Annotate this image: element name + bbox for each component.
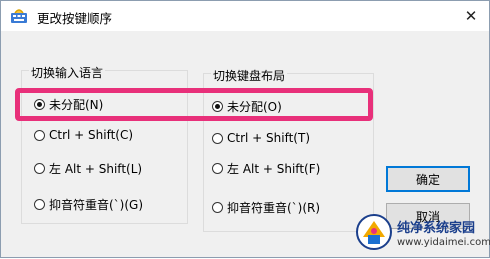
radio-button[interactable] xyxy=(34,199,45,210)
radio-button[interactable] xyxy=(34,163,45,174)
watermark-logo-icon xyxy=(356,214,392,250)
radio-right-ctrl-shift[interactable]: Ctrl + Shift(T) xyxy=(212,131,310,145)
window-title: 更改按键顺序 xyxy=(37,11,113,26)
radio-left-alt-shift[interactable]: 左 Alt + Shift(L) xyxy=(34,160,142,177)
radio-left-ctrl-shift[interactable]: Ctrl + Shift(C) xyxy=(34,128,133,142)
radio-button[interactable] xyxy=(212,163,223,174)
radio-label: 抑音符重音(`)(R) xyxy=(227,201,321,215)
switch-input-language-label: 切换输入语言 xyxy=(29,64,106,81)
dialog-window: 更改按键顺序 ✕ 切换输入语言 未分配(N) Ctrl + Shift(C) 左… xyxy=(0,0,490,258)
watermark-title: 纯净系统家园 xyxy=(397,221,476,236)
watermark: 纯净系统家园 www.yidaimei.com xyxy=(331,207,490,259)
radio-label: 左 Alt + Shift(F) xyxy=(227,162,321,176)
radio-label: 左 Alt + Shift(L) xyxy=(49,162,143,176)
radio-button[interactable] xyxy=(212,202,223,213)
radio-label: 抑音符重音(`)(G) xyxy=(49,198,144,212)
radio-right-grave-accent[interactable]: 抑音符重音(`)(R) xyxy=(212,199,320,216)
close-icon: ✕ xyxy=(464,7,478,25)
title-bar[interactable]: 更改按键顺序 ✕ xyxy=(1,1,489,31)
radio-label: Ctrl + Shift(C) xyxy=(49,128,134,142)
close-button[interactable]: ✕ xyxy=(453,1,489,31)
ok-button[interactable]: 确定 xyxy=(386,166,470,192)
watermark-url: www.yidaimei.com xyxy=(397,237,490,248)
radio-label: Ctrl + Shift(T) xyxy=(227,131,311,145)
switch-keyboard-layout-label: 切换键盘布局 xyxy=(211,67,288,84)
radio-button[interactable] xyxy=(212,132,223,144)
keyboard-app-icon xyxy=(11,9,27,23)
radio-left-grave-accent[interactable]: 抑音符重音(`)(G) xyxy=(34,196,143,213)
highlight-annotation xyxy=(15,88,373,121)
radio-button[interactable] xyxy=(34,129,45,141)
radio-right-alt-shift[interactable]: 左 Alt + Shift(F) xyxy=(212,160,320,177)
